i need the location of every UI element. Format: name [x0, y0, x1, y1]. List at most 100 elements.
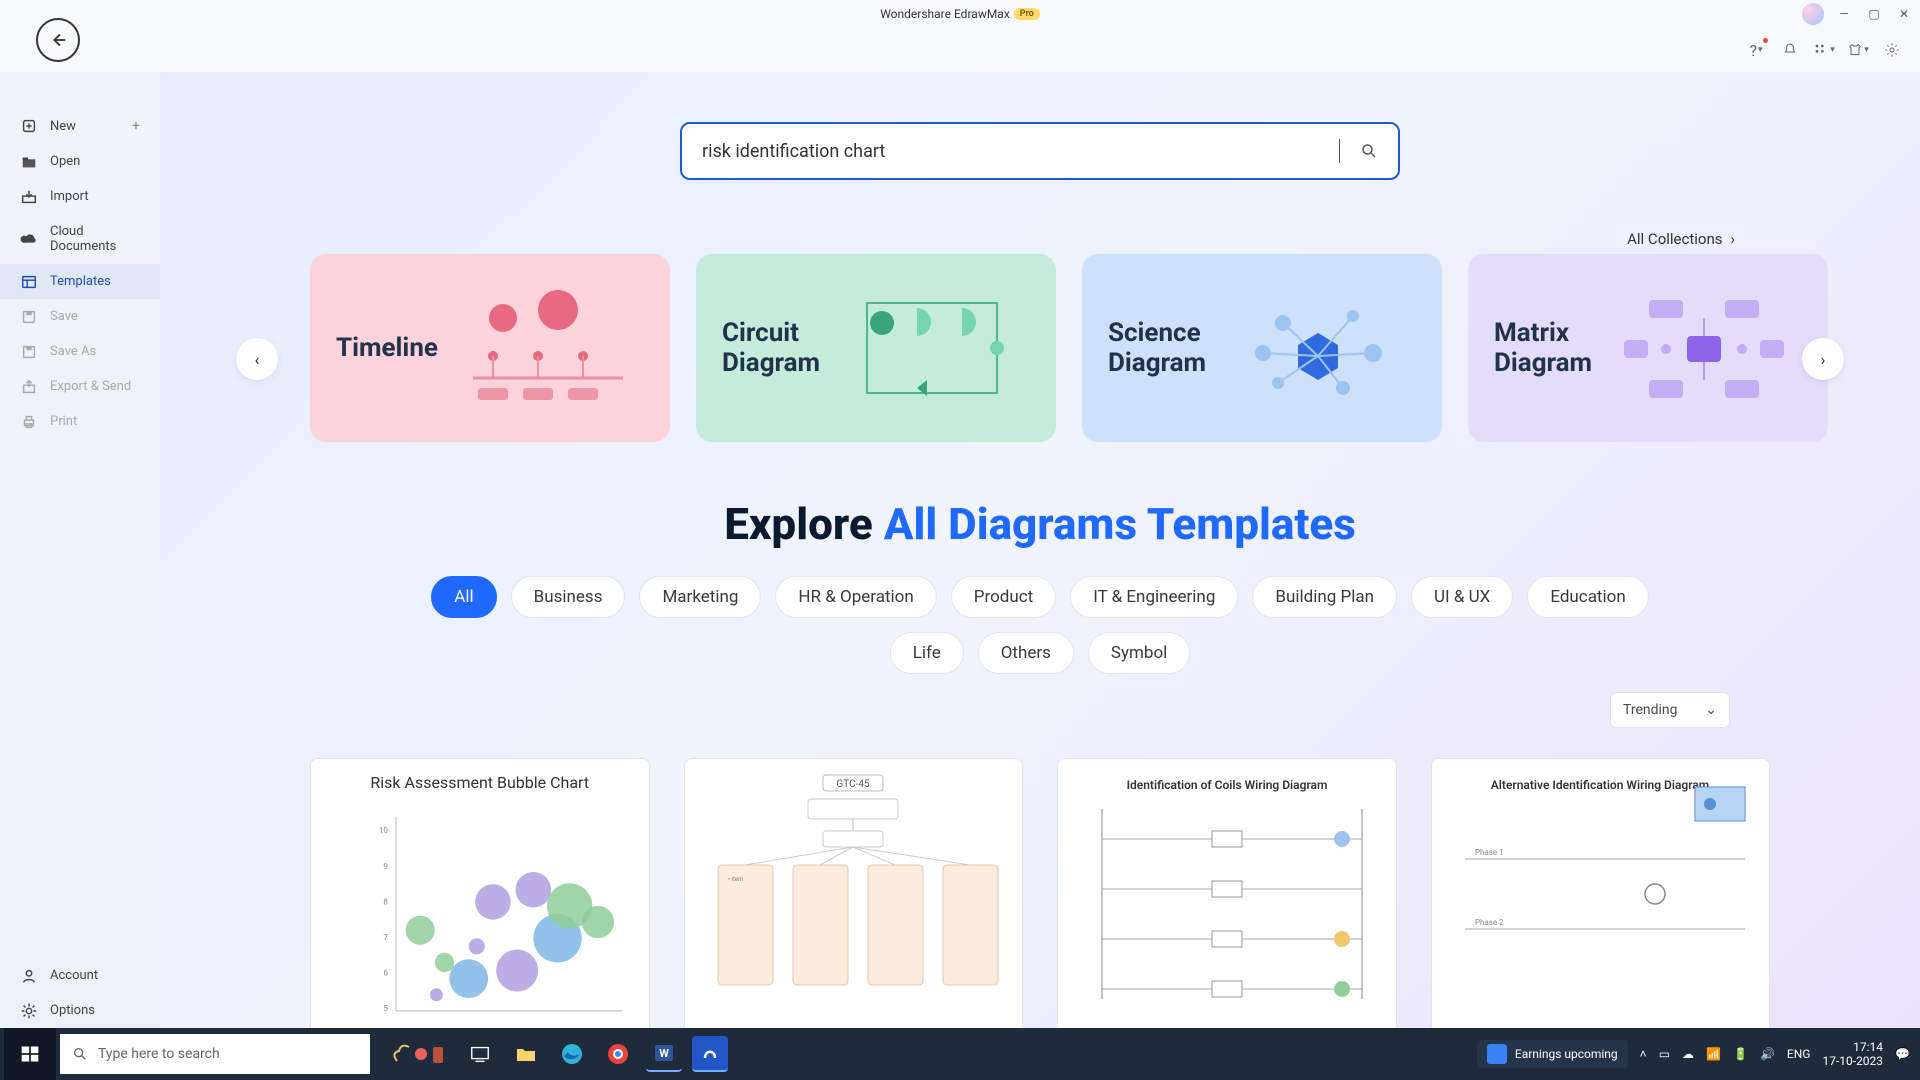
tray-lang[interactable]: ENG — [1787, 1047, 1811, 1061]
close-button[interactable]: ✕ — [1894, 4, 1914, 24]
sidebar-item-import[interactable]: Import — [0, 179, 160, 214]
user-avatar-icon[interactable] — [1802, 3, 1824, 25]
svg-text:Alternative Identification Wir: Alternative Identification Wiring Diagra… — [1491, 778, 1709, 792]
main-area: New + Open ImportCloud DocumentsTemplates Sa… — [0, 72, 1920, 1028]
filter-chip-it-engineering[interactable]: IT & Engineering — [1070, 576, 1238, 618]
filter-chip-ui-ux[interactable]: UI & UX — [1411, 576, 1513, 618]
category-card-circuit-diagram[interactable]: CircuitDiagram — [696, 254, 1056, 442]
start-button[interactable] — [4, 1028, 56, 1080]
settings-icon[interactable] — [1882, 40, 1902, 60]
sort-select[interactable]: Trending ⌄ — [1610, 692, 1730, 728]
taskbar-explorer-icon[interactable] — [508, 1036, 544, 1072]
search-input[interactable] — [702, 141, 1333, 162]
tray-volume-icon[interactable]: 🔊 — [1760, 1047, 1775, 1061]
tray-time: 17:14 — [1822, 1040, 1883, 1054]
category-card-science-diagram[interactable]: ScienceDiagram — [1082, 254, 1442, 442]
sidebar-item-label: New — [50, 119, 76, 134]
tray-notifications-icon[interactable]: 💬 — [1895, 1047, 1910, 1061]
tray-wifi-icon[interactable]: 📶 — [1706, 1047, 1721, 1061]
filter-chip-life[interactable]: Life — [890, 632, 964, 674]
tray-onedrive-icon[interactable]: ☁ — [1682, 1047, 1694, 1061]
sidebar-item-label: Account — [50, 968, 98, 983]
cards-prev-button[interactable]: ‹ — [236, 338, 278, 380]
sidebar-item-save: Save — [0, 299, 160, 334]
taskbar-news[interactable]: Earnings upcoming — [1477, 1040, 1628, 1068]
svg-text:5: 5 — [383, 1004, 388, 1013]
sidebar-item-options[interactable]: Options — [0, 993, 160, 1028]
category-card-timeline[interactable]: Timeline — [310, 254, 670, 442]
cards-next-button[interactable]: › — [1802, 338, 1844, 380]
template-card[interactable]: Risk Assessment Bubble Chart1098765 — [310, 758, 650, 1028]
user-icon — [20, 969, 38, 983]
sidebar-item-export-send: Export & Send — [0, 369, 160, 404]
taskbar-taskview-icon[interactable] — [462, 1036, 498, 1072]
filter-chip-all[interactable]: All — [431, 576, 496, 618]
maximize-button[interactable]: ▢ — [1864, 4, 1884, 24]
svg-text:9: 9 — [383, 862, 388, 871]
search-icon — [72, 1046, 88, 1062]
svg-text:W: W — [659, 1047, 669, 1060]
tray-meet-icon[interactable]: ▭ — [1659, 1047, 1670, 1061]
sidebar-item-account[interactable]: Account — [0, 958, 160, 993]
inbox-icon — [20, 190, 38, 204]
minimize-button[interactable]: — — [1834, 4, 1854, 24]
sidebar: New + Open ImportCloud DocumentsTemplates Sa… — [0, 72, 160, 1028]
help-icon[interactable]: ?▾ — [1746, 40, 1766, 60]
back-button[interactable] — [36, 18, 80, 62]
search-icon[interactable] — [1360, 142, 1378, 160]
apps-icon[interactable]: ▾ — [1814, 40, 1834, 60]
card-illustration-icon — [452, 278, 644, 418]
sidebar-item-label: Open — [50, 154, 80, 169]
taskbar-weather-icon[interactable] — [382, 1036, 452, 1072]
taskbar-chrome-icon[interactable] — [600, 1036, 636, 1072]
template-card[interactable]: Identification of Coils Wiring Diagram — [1057, 758, 1397, 1028]
sidebar-item-label: Save As — [50, 344, 96, 359]
sidebar-item-cloud-documents[interactable]: Cloud Documents — [0, 214, 160, 264]
taskbar-search-placeholder: Type here to search — [98, 1046, 220, 1062]
tray-battery-icon[interactable]: 🔋 — [1733, 1047, 1748, 1061]
tray-clock[interactable]: 17:14 17-10-2023 — [1822, 1040, 1883, 1069]
filter-chip-product[interactable]: Product — [951, 576, 1056, 618]
sidebar-item-label: Options — [50, 1003, 95, 1018]
all-collections-label: All Collections — [1627, 230, 1722, 248]
shirt-icon[interactable]: ▾ — [1848, 40, 1868, 60]
filter-chip-education[interactable]: Education — [1527, 576, 1648, 618]
gear-icon — [20, 1004, 38, 1018]
bell-icon[interactable] — [1780, 40, 1800, 60]
heading-highlight: All Diagrams Templates — [884, 498, 1356, 550]
template-title: Alternative Identification Wiring Diagra… — [1432, 1019, 1770, 1028]
tray-chevron-icon[interactable]: ˄ — [1640, 1047, 1647, 1061]
svg-text:Phase 1: Phase 1 — [1475, 848, 1504, 857]
sidebar-item-label: Save — [50, 309, 78, 324]
heading-prefix: Explore — [724, 498, 883, 550]
titlebar: Wondershare EdrawMax Pro — ▢ ✕ — [0, 0, 1920, 28]
all-collections-link[interactable]: All Collections › — [200, 230, 1880, 248]
top-toolbar: ?▾ ▾ ▾ — [0, 28, 1920, 72]
filter-chip-marketing[interactable]: Marketing — [639, 576, 761, 618]
sidebar-item-label: Print — [50, 414, 77, 429]
filter-chip-business[interactable]: Business — [511, 576, 626, 618]
taskbar-word-icon[interactable]: W — [646, 1036, 682, 1072]
sidebar-item-open[interactable]: Open — [0, 144, 160, 179]
filter-chip-symbol[interactable]: Symbol — [1088, 632, 1190, 674]
cloud-icon — [20, 232, 38, 246]
filter-chip-others[interactable]: Others — [978, 632, 1074, 674]
template-card[interactable]: Alternative Identification Wiring Diagra… — [1431, 758, 1771, 1028]
sidebar-item-new[interactable]: New + — [0, 108, 160, 144]
filter-chip-building-plan[interactable]: Building Plan — [1252, 576, 1397, 618]
card-title: Timeline — [336, 333, 438, 363]
card-title: ScienceDiagram — [1108, 318, 1206, 378]
template-icon — [20, 275, 38, 289]
taskbar-edge-icon[interactable] — [554, 1036, 590, 1072]
sidebar-item-label: Export & Send — [50, 379, 131, 394]
card-illustration-icon — [1606, 278, 1802, 418]
category-card-matrix-diagram[interactable]: MatrixDiagram — [1468, 254, 1828, 442]
arrow-left-icon — [47, 29, 69, 51]
search-input-wrapper[interactable] — [680, 122, 1400, 180]
template-card[interactable]: GTC-45• itemHazard Identification Mind M… — [684, 758, 1024, 1028]
taskbar-edrawmax-icon[interactable] — [692, 1036, 728, 1072]
sidebar-item-templates[interactable]: Templates — [0, 264, 160, 299]
taskbar-search[interactable]: Type here to search — [60, 1034, 370, 1074]
filter-chip-hr-operation[interactable]: HR & Operation — [775, 576, 936, 618]
plus-icon[interactable]: + — [132, 118, 140, 134]
